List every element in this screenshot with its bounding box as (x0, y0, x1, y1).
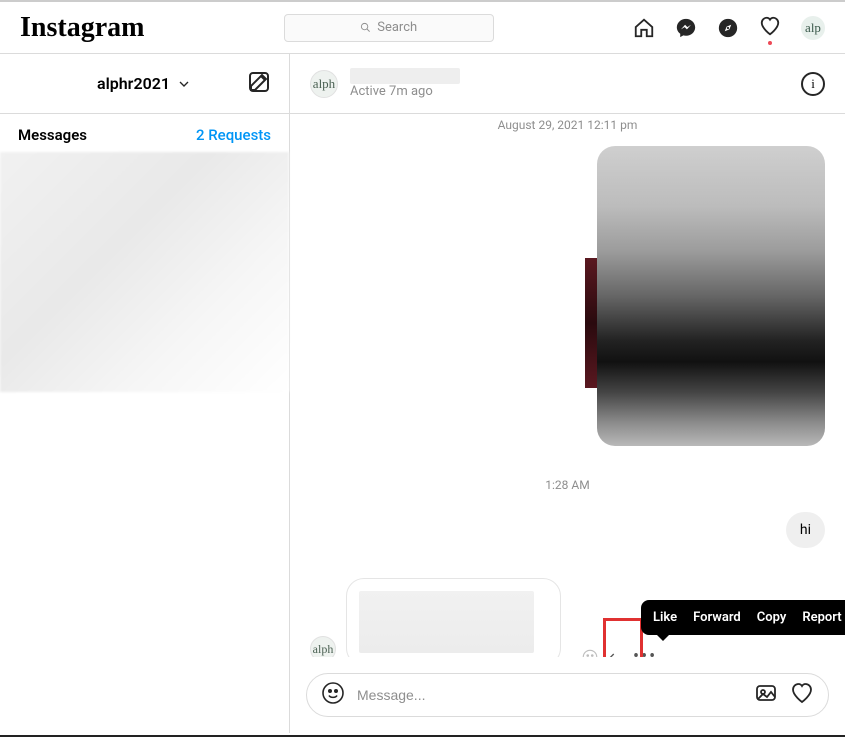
search-wrap: Search (168, 14, 609, 42)
user-switcher[interactable]: alphr2021 (97, 74, 192, 93)
received-message-row: alph ••• Like Forward Copy Report (310, 578, 825, 657)
activity-button[interactable] (759, 15, 781, 41)
chat-peer-status: Active 7m ago (350, 84, 460, 99)
time-separator: 1:28 AM (310, 478, 825, 492)
messenger-icon[interactable] (675, 17, 697, 39)
top-nav: Instagram Search alp (0, 2, 845, 54)
menu-like[interactable]: Like (647, 608, 683, 627)
activity-dot (768, 41, 772, 45)
explore-icon[interactable] (717, 17, 739, 39)
search-input[interactable]: Search (284, 14, 494, 42)
chat-body: August 29, 2021 12:11 pm 1:28 AM hi alph… (290, 114, 845, 657)
home-icon[interactable] (633, 17, 655, 39)
react-icon[interactable] (581, 648, 599, 657)
instagram-logo[interactable]: Instagram (20, 12, 144, 44)
received-avatar[interactable]: alph (310, 636, 336, 657)
thread-item[interactable] (0, 152, 289, 392)
message-actions: ••• Like Forward Copy Report (581, 648, 657, 657)
requests-link[interactable]: 2 Requests (196, 126, 271, 144)
received-content-preview (359, 591, 534, 653)
sent-text-message[interactable]: hi (786, 512, 825, 548)
emoji-button[interactable] (321, 681, 345, 709)
menu-forward[interactable]: Forward (687, 608, 747, 627)
search-placeholder: Search (377, 20, 417, 35)
chat-peer-info[interactable]: Active 7m ago (350, 68, 460, 99)
chat-peer-avatar[interactable]: alph (310, 70, 338, 98)
menu-copy[interactable]: Copy (751, 608, 793, 627)
search-icon (360, 22, 371, 33)
received-message[interactable] (346, 578, 561, 657)
chat-pane: alph Active 7m ago i August 29, 2021 12:… (290, 54, 845, 733)
composer (306, 673, 829, 717)
chat-peer-name (350, 68, 460, 84)
new-message-button[interactable] (247, 70, 271, 98)
chat-header: alph Active 7m ago i (290, 54, 845, 114)
sidebar-header: alphr2021 (0, 54, 289, 114)
photo-button[interactable] (754, 681, 778, 709)
chevron-down-icon (176, 76, 192, 92)
menu-report[interactable]: Report (796, 608, 845, 627)
main: alphr2021 Messages 2 Requests alph Activ… (0, 54, 845, 733)
chat-info-button[interactable]: i (801, 72, 825, 96)
date-separator: August 29, 2021 12:11 pm (310, 118, 825, 132)
current-username: alphr2021 (97, 74, 170, 93)
reply-icon[interactable] (607, 648, 625, 657)
message-action-menu: Like Forward Copy Report (641, 600, 845, 635)
more-options-icon[interactable]: ••• (633, 648, 657, 657)
nav-icons: alp (633, 15, 825, 41)
inbox-title: Messages (18, 126, 87, 144)
like-button[interactable] (790, 681, 814, 709)
profile-avatar[interactable]: alp (801, 16, 825, 40)
sent-media-message[interactable] (597, 146, 825, 446)
sidebar: alphr2021 Messages 2 Requests (0, 54, 290, 733)
message-input[interactable] (357, 687, 742, 703)
heart-icon (759, 15, 781, 37)
inbox-header: Messages 2 Requests (0, 114, 289, 152)
